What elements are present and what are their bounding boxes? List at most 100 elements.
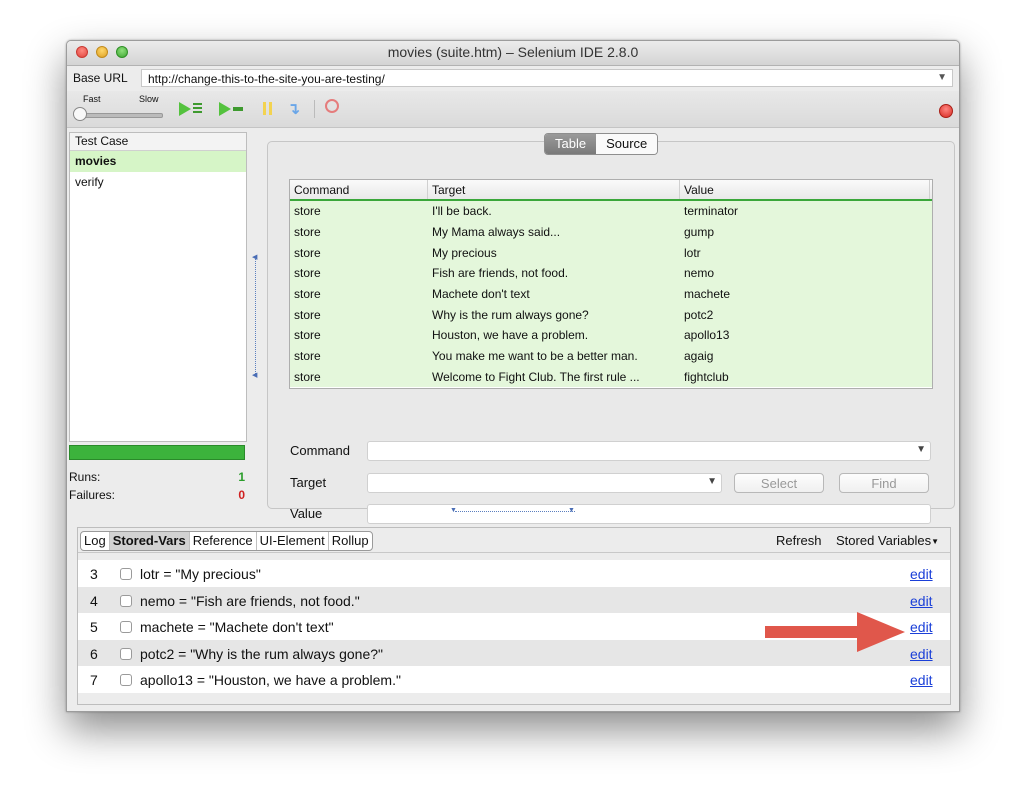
table-row[interactable]: store Machete don't text machete (290, 283, 932, 305)
failures-count: 0 (238, 488, 245, 502)
var-checkbox[interactable] (120, 647, 132, 660)
edit-link[interactable]: edit (910, 672, 933, 688)
progress-bar (69, 445, 245, 460)
tab-log[interactable]: Log (81, 532, 110, 550)
var-text: nemo = "Fish are friends, not food." (140, 592, 360, 609)
cell-value: lotr (684, 245, 701, 260)
vertical-splitter[interactable] (255, 256, 257, 374)
refresh-button[interactable]: Refresh (776, 533, 822, 548)
var-checkbox[interactable] (120, 621, 132, 633)
var-checkbox[interactable] (120, 674, 132, 686)
row-number: 6 (90, 645, 98, 662)
row-number: 3 (90, 566, 98, 582)
var-text: potc2 = "Why is the rum always gone?" (140, 645, 383, 662)
test-editor: Table Source Command Target Value store I… (267, 133, 955, 524)
title-bar: movies (suite.htm) – Selenium IDE 2.8.0 (67, 41, 959, 66)
table-row[interactable]: store My precious lotr (290, 242, 932, 264)
command-table-header: Command Target Value (290, 180, 932, 201)
list-item: 7 apollo13 = "Houston, we have a problem.… (78, 666, 950, 693)
tab-table[interactable]: Table (545, 134, 597, 154)
test-case-item[interactable]: verify (70, 172, 246, 193)
select-button[interactable]: Select (734, 473, 824, 493)
command-dropdown-icon[interactable]: ▼ (916, 444, 926, 455)
cell-value: gump (684, 225, 715, 240)
annotation-arrow-icon (765, 612, 905, 652)
tab-stored-vars[interactable]: Stored-Vars (109, 532, 190, 550)
cell-target: You make me want to be a better man. (432, 349, 638, 364)
splitter-down-arrow-icon[interactable]: ▼ (450, 507, 457, 514)
list-item: 3 lotr = "My precious" edit (78, 560, 950, 587)
cell-target: Why is the rum always gone? (432, 307, 589, 322)
row-number: 5 (90, 619, 98, 635)
table-row[interactable]: store You make me want to be a better man… (290, 345, 932, 367)
table-row[interactable]: store Why is the rum always gone? potc2 (290, 304, 932, 326)
var-checkbox[interactable] (120, 594, 132, 607)
cell-command: store (294, 287, 321, 302)
table-row[interactable]: store Houston, we have a problem. apollo13 (290, 325, 932, 346)
tab-ui-element[interactable]: UI-Element (257, 532, 329, 550)
chevron-down-icon: ▼ (931, 537, 940, 547)
cell-command: store (294, 204, 321, 219)
speed-slider-track[interactable] (75, 113, 163, 118)
toolbar-divider (314, 100, 315, 118)
table-row[interactable]: store Fish are friends, not food. nemo (290, 263, 932, 284)
tab-rollup[interactable]: Rollup (329, 532, 372, 550)
edit-link[interactable]: edit (910, 619, 933, 635)
find-button[interactable]: Find (839, 473, 929, 493)
cell-value: apollo13 (684, 328, 730, 343)
splitter-down-arrow-icon[interactable]: ▼ (568, 507, 575, 514)
table-row[interactable]: store Welcome to Fight Club. The first ru… (290, 366, 932, 388)
step-icon[interactable]: ↴ (287, 99, 300, 118)
bottom-tabs: Log Stored-Vars Reference UI-Element Rol… (80, 531, 373, 551)
command-field-label: Command (290, 443, 350, 458)
cell-value: machete (684, 287, 731, 302)
cell-target: My precious (432, 245, 497, 260)
command-table: Command Target Value store I'll be back. t… (289, 179, 933, 389)
edit-link[interactable]: edit (910, 566, 933, 582)
cell-value: nemo (684, 266, 715, 281)
play-test-suite-icon[interactable] (179, 102, 209, 116)
view-toggle: Table Source (544, 133, 659, 155)
tab-reference[interactable]: Reference (190, 532, 257, 550)
rollup-icon[interactable] (325, 99, 339, 113)
cell-command: store (294, 266, 321, 281)
cell-target: Houston, we have a problem. (432, 328, 589, 343)
horizontal-splitter[interactable] (455, 511, 575, 513)
var-text: machete = "Machete don't text" (140, 619, 334, 635)
edit-link[interactable]: edit (910, 646, 933, 662)
var-checkbox[interactable] (120, 568, 132, 580)
column-header-value[interactable]: Value (680, 180, 930, 199)
var-text: apollo13 = "Houston, we have a problem." (140, 672, 401, 688)
bottom-tab-bar: Log Stored-Vars Reference UI-Element Rol… (78, 528, 950, 553)
row-number: 7 (90, 672, 98, 688)
table-row[interactable]: store I'll be back. terminator (290, 201, 932, 222)
var-text: lotr = "My precious" (140, 566, 261, 582)
list-item: 4 nemo = "Fish are friends, not food." edi… (78, 586, 950, 613)
cell-target: I'll be back. (432, 204, 492, 219)
splitter-left-arrow-icon[interactable]: ◀ (252, 253, 257, 261)
column-header-target[interactable]: Target (428, 180, 680, 199)
speed-slider-knob[interactable] (73, 107, 87, 121)
tab-source[interactable]: Source (596, 134, 658, 154)
edit-link[interactable]: edit (910, 593, 933, 609)
base-url-row: Base URL http://change-this-to-the-site-… (67, 66, 959, 90)
splitter-left-arrow-icon[interactable]: ◀ (252, 371, 257, 379)
cell-target: Machete don't text (432, 287, 530, 302)
window-title: movies (suite.htm) – Selenium IDE 2.8.0 (387, 44, 639, 60)
table-row[interactable]: store My Mama always said... gump (290, 221, 932, 243)
play-test-case-icon[interactable] (219, 102, 249, 116)
column-header-command[interactable]: Command (290, 180, 428, 199)
cell-command: store (294, 349, 321, 364)
base-url-dropdown-icon[interactable]: ▼ (937, 72, 947, 83)
test-case-item[interactable]: movies (70, 151, 246, 172)
stored-variables-label: Stored Variables (836, 533, 932, 548)
record-icon[interactable] (939, 104, 953, 118)
target-field[interactable]: ▼ (367, 473, 722, 493)
test-case-panel: Test Case movies verify (69, 132, 247, 442)
target-dropdown-icon[interactable]: ▼ (707, 476, 717, 487)
base-url-input[interactable]: http://change-this-to-the-site-you-are-t… (141, 69, 953, 87)
cell-target: Welcome to Fight Club. The first rule ..… (432, 369, 640, 384)
command-field[interactable]: ▼ (367, 441, 931, 461)
stored-variables-dropdown[interactable]: Stored Variables▼ (836, 533, 939, 548)
pause-icon[interactable] (263, 102, 273, 116)
